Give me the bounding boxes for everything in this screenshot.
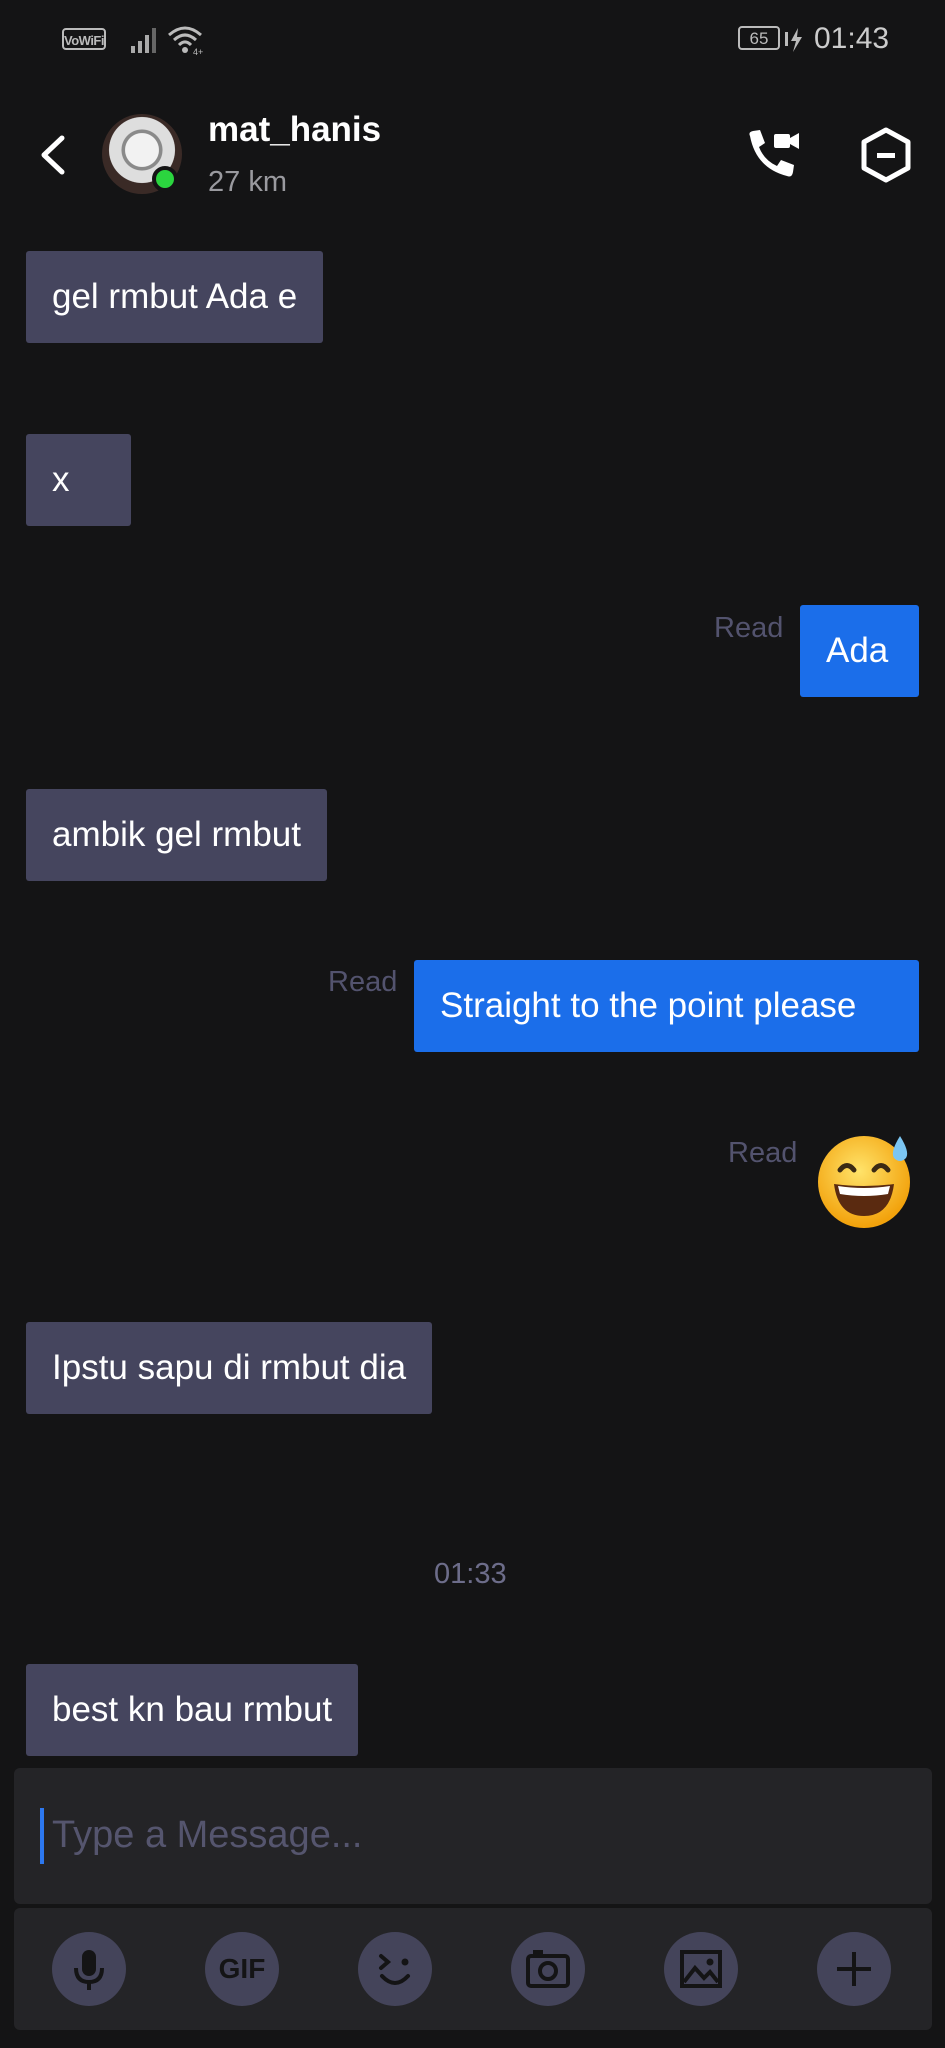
incoming-message[interactable]: x bbox=[26, 434, 131, 526]
chat-header: mat_hanis 27 km bbox=[0, 100, 945, 220]
status-time: 01:43 bbox=[814, 22, 890, 55]
camera-button[interactable] bbox=[511, 1932, 585, 2006]
read-receipt: Read bbox=[728, 1137, 798, 1169]
contact-distance: 27 km bbox=[208, 166, 287, 198]
plus-button[interactable] bbox=[817, 1932, 891, 2006]
contact-name[interactable]: mat_hanis bbox=[208, 110, 381, 150]
wifi-icon: 4+ bbox=[168, 26, 203, 56]
charging-icon bbox=[785, 28, 802, 52]
plus-icon bbox=[837, 1952, 871, 1986]
message-input-container[interactable]: Type a Message... bbox=[14, 1768, 932, 1904]
video-call-icon[interactable] bbox=[744, 128, 802, 182]
input-toolbar: GIF bbox=[14, 1908, 932, 2030]
outgoing-message[interactable]: Straight to the point please bbox=[414, 960, 919, 1052]
emoji-button[interactable] bbox=[358, 1932, 432, 2006]
emoji-icon bbox=[379, 1954, 410, 1985]
signal-icon bbox=[131, 28, 156, 53]
outgoing-message[interactable]: Ada bbox=[800, 605, 919, 697]
camera-icon bbox=[526, 1950, 570, 1988]
incoming-message[interactable]: gel rmbut Ada e bbox=[26, 251, 324, 343]
timestamp-separator: 01:33 bbox=[434, 1558, 507, 1590]
incoming-message[interactable]: ambik gel rmbut bbox=[26, 789, 327, 881]
text-cursor bbox=[40, 1808, 44, 1864]
incoming-message[interactable]: Ipstu sapu di rmbut dia bbox=[26, 1322, 433, 1414]
microphone-icon bbox=[74, 1950, 104, 1990]
microphone-button[interactable] bbox=[52, 1932, 126, 2006]
read-receipt: Read bbox=[328, 966, 398, 998]
online-indicator bbox=[152, 166, 178, 192]
back-arrow-icon[interactable] bbox=[30, 130, 74, 180]
grinning-face-with-sweat-icon[interactable] bbox=[814, 1128, 918, 1232]
message-input[interactable]: Type a Message... bbox=[52, 1814, 363, 1857]
more-options-icon[interactable] bbox=[858, 126, 914, 184]
gif-icon: GIF bbox=[219, 1953, 266, 1984]
gif-button[interactable]: GIF bbox=[205, 1932, 279, 2006]
read-receipt: Read bbox=[714, 612, 784, 644]
svg-text:4+: 4+ bbox=[193, 47, 203, 56]
gallery-icon bbox=[680, 1950, 722, 1988]
vowifi-icon: VoWiFi bbox=[62, 28, 106, 50]
incoming-message[interactable]: best kn bau rmbut bbox=[26, 1664, 359, 1756]
gallery-button[interactable] bbox=[664, 1932, 738, 2006]
battery-indicator: 65 bbox=[738, 26, 780, 50]
status-bar: VoWiFi 4+ 65 01:43 bbox=[0, 0, 945, 80]
svg-text:GIF: GIF bbox=[219, 1953, 266, 1984]
